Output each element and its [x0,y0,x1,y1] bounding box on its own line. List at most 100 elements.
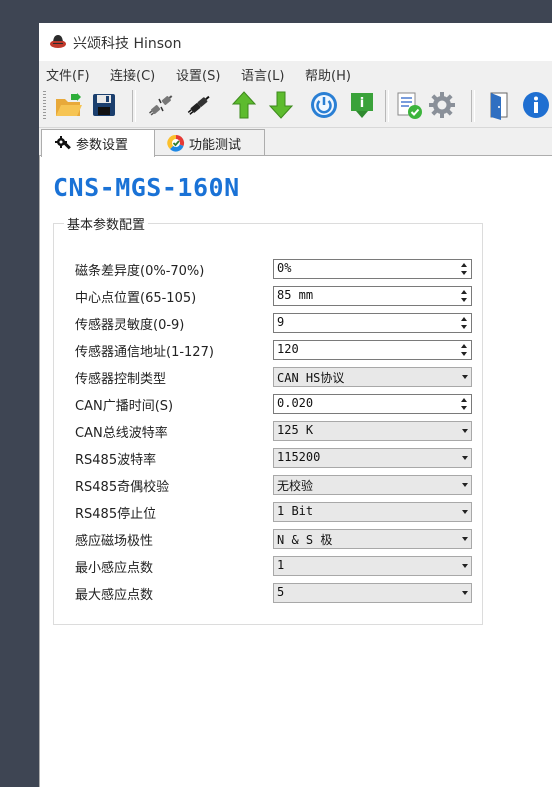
param-label: 传感器灵敏度(0-9) [75,318,185,333]
upload-icon[interactable] [227,88,261,122]
group-title: 基本参数配置 [64,214,149,233]
dropdown-arrow-icon[interactable] [462,456,468,460]
toolbar-separator [385,90,389,122]
menu-bar: 文件(F) 连接(C) 设置(S) 语言(L) 帮助(H) [39,61,552,85]
menu-settings[interactable]: 设置(S) [176,65,220,84]
param-dropdown[interactable]: 1 Bit [273,502,472,522]
param-label: 中心点位置(65-105) [75,291,197,306]
param-label: 传感器通信地址(1-127) [75,345,214,360]
tab-parameter-settings[interactable]: 参数设置 [41,129,155,157]
spin-up-icon[interactable] [458,315,470,323]
open-folder-icon[interactable] [51,88,85,122]
toolbar-separator [132,90,136,122]
param-value: 0% [277,261,292,275]
param-value: 85 mm [277,288,314,302]
spin-up-icon[interactable] [458,261,470,269]
param-value: 120 [277,342,299,356]
param-label: RS485奇偶校验 [75,480,170,495]
param-label: 磁条差异度(0%-70%) [75,264,205,279]
param-value: 0.020 [277,396,314,410]
param-label: RS485波特率 [75,453,157,468]
param-value: CAN HS协议 [277,371,345,385]
title-bar: 兴颂科技 Hinson [39,23,552,61]
toolbar-separator [471,90,475,122]
param-spin-input[interactable]: 85 mm [273,286,472,306]
param-label: 传感器控制类型 [75,372,167,387]
menu-file[interactable]: 文件(F) [46,65,90,84]
spin-down-icon[interactable] [458,323,470,331]
tab-label: 参数设置 [76,138,129,153]
info-icon[interactable] [519,88,552,122]
spin-up-icon[interactable] [458,288,470,296]
save-icon[interactable] [87,88,121,122]
download-icon[interactable] [264,88,298,122]
param-value: 1 Bit [277,504,314,518]
tab-label: 功能测试 [189,137,242,153]
dropdown-arrow-icon[interactable] [462,537,468,541]
power-icon[interactable] [307,88,341,122]
svg-text:i: i [360,96,364,111]
menu-language[interactable]: 语言(L) [241,65,284,84]
spin-buttons [458,396,470,412]
tab-strip: 参数设置 功能测试 [39,129,552,157]
spin-down-icon[interactable] [458,350,470,358]
menu-help[interactable]: 帮助(H) [305,65,351,84]
param-dropdown[interactable]: 无校验 [273,475,472,495]
dropdown-arrow-icon[interactable] [462,510,468,514]
basic-params-group: 基本参数配置 磁条差异度(0%-70%) 0% 中心点位置(65-105) 85 mm… [53,214,483,625]
param-dropdown[interactable]: CAN HS协议 [273,367,472,387]
param-dropdown[interactable]: 115200 [273,448,472,468]
document-check-icon[interactable] [392,88,426,122]
disconnect-icon[interactable] [144,88,178,122]
dropdown-arrow-icon[interactable] [462,375,468,379]
param-spin-input[interactable]: 120 [273,340,472,360]
spin-buttons [458,288,470,304]
info-download-icon[interactable]: i [345,88,379,122]
settings-gear-icon[interactable] [425,88,459,122]
window-title: 兴颂科技 Hinson [73,36,182,52]
param-label: CAN总线波特率 [75,426,168,441]
dropdown-arrow-icon[interactable] [462,429,468,433]
param-dropdown[interactable]: N & S 极 [273,529,472,549]
menu-connect[interactable]: 连接(C) [110,65,155,84]
param-value: 5 [277,585,285,599]
toolbar: i [39,85,552,128]
spin-buttons [458,342,470,358]
colorful-check-icon [167,134,185,152]
param-value: 125 K [277,423,314,437]
param-dropdown[interactable]: 1 [273,556,472,576]
dropdown-arrow-icon[interactable] [462,591,468,595]
dropdown-arrow-icon[interactable] [462,564,468,568]
param-label: 感应磁场极性 [75,534,154,549]
param-dropdown[interactable]: 5 [273,583,472,603]
tab-function-test[interactable]: 功能测试 [154,129,265,156]
exit-icon[interactable] [482,88,516,122]
param-label: 最大感应点数 [75,588,154,603]
param-value: N & S 极 [277,533,333,547]
toolbar-grip[interactable] [43,91,46,121]
param-label: 最小感应点数 [75,561,154,576]
connect-icon[interactable] [182,88,216,122]
spin-buttons [458,315,470,331]
param-value: 1 [277,558,285,572]
spin-up-icon[interactable] [458,396,470,404]
param-spin-input[interactable]: 9 [273,313,472,333]
app-logo-icon [49,32,67,50]
spin-down-icon[interactable] [458,404,470,412]
tools-icon [54,135,72,153]
param-spin-input[interactable]: 0% [273,259,472,279]
param-spin-input[interactable]: 0.020 [273,394,472,414]
main-window: 兴颂科技 Hinson 文件(F) 连接(C) 设置(S) 语言(L) 帮助(H… [39,23,552,787]
tab-content-panel: CNS-MGS-160N 基本参数配置 磁条差异度(0%-70%) 0% 中心点位置… [39,155,552,787]
param-value: 115200 [277,450,321,464]
spin-down-icon[interactable] [458,269,470,277]
param-dropdown[interactable]: 125 K [273,421,472,441]
param-label: CAN广播时间(S) [75,399,174,414]
spin-up-icon[interactable] [458,342,470,350]
dropdown-arrow-icon[interactable] [462,483,468,487]
spin-down-icon[interactable] [458,296,470,304]
param-value: 无校验 [277,479,314,493]
param-value: 9 [277,315,285,329]
param-label: RS485停止位 [75,507,157,522]
spin-buttons [458,261,470,277]
